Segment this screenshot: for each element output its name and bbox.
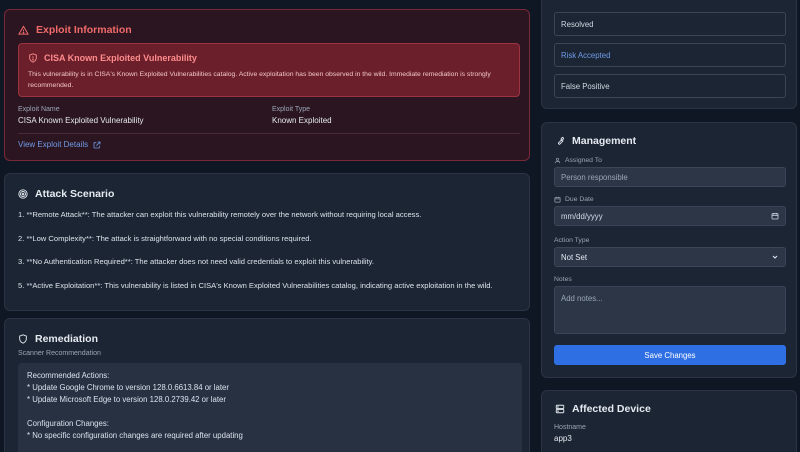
remediation-title-text: Remediation: [35, 333, 99, 345]
recommendation-line: Recommended Actions:: [27, 371, 110, 380]
recommendation-line: * No specific configuration changes are …: [27, 431, 243, 440]
recommendation-line: Configuration Changes:: [27, 419, 109, 428]
calendar-icon: [554, 196, 561, 203]
scanner-recommendation-label: Scanner Recommendation: [18, 350, 101, 357]
warning-triangle-icon: [18, 24, 29, 35]
wrench-icon: [558, 136, 565, 145]
notes-label: Notes: [554, 276, 572, 283]
due-date-label: Due Date: [554, 196, 594, 203]
cisa-alert: CISA Known Exploited Vulnerability This …: [18, 43, 520, 97]
due-date-text: Due Date: [565, 196, 594, 203]
chevron-down-icon: [772, 255, 778, 259]
due-date-input[interactable]: mm/dd/yyyy: [554, 206, 786, 226]
status-option-false-positive[interactable]: False Positive: [554, 74, 786, 98]
divider: [18, 133, 520, 134]
scenario-line: 1. **Remote Attack**: The attacker can e…: [18, 210, 422, 219]
assigned-to-input[interactable]: Person responsible: [554, 167, 786, 187]
management-card: Management Assigned To Person responsibl…: [541, 122, 797, 378]
affected-device-title-text: Affected Device: [572, 403, 651, 415]
attack-scenario-card: Attack Scenario 1. **Remote Attack**: Th…: [4, 173, 530, 311]
recommendation-line: * Update Microsoft Edge to version 128.0…: [27, 395, 226, 404]
scenario-line: 5. **Active Exploitation**: This vulnera…: [18, 281, 493, 290]
attack-title-text: Attack Scenario: [35, 188, 115, 200]
user-icon: [554, 157, 561, 164]
alert-title-text: CISA Known Exploited Vulnerability: [44, 53, 197, 63]
assigned-to-placeholder: Person responsible: [561, 172, 628, 182]
exploit-name-value: CISA Known Exploited Vulnerability: [18, 116, 144, 125]
exploit-title: Exploit Information: [18, 24, 132, 36]
status-card: Resolved Risk Accepted False Positive: [541, 0, 797, 109]
remediation-card: Remediation Scanner Recommendation Recom…: [4, 318, 530, 452]
management-title-text: Management: [572, 135, 637, 147]
shield-icon: [19, 334, 27, 344]
action-type-select[interactable]: Not Set: [554, 247, 786, 267]
status-option-resolved[interactable]: Resolved: [554, 12, 786, 36]
assigned-to-label: Assigned To: [554, 157, 602, 164]
save-changes-button[interactable]: Save Changes: [554, 345, 786, 365]
alert-message: This vulnerability is in CISA's Known Ex…: [28, 71, 491, 89]
recommendation-line: * Update Google Chrome to version 128.0.…: [27, 383, 229, 392]
action-type-label: Action Type: [554, 237, 590, 244]
hostname-value: app3: [554, 434, 572, 443]
exploit-name-label: Exploit Name: [18, 106, 60, 113]
shield-alert-icon: [29, 53, 37, 63]
exploit-type-label: Exploit Type: [272, 106, 311, 113]
status-option-risk-accepted[interactable]: Risk Accepted: [554, 43, 786, 67]
attack-title: Attack Scenario: [18, 188, 114, 200]
notes-placeholder: Add notes...: [561, 294, 603, 303]
alert-title: CISA Known Exploited Vulnerability: [28, 53, 197, 63]
recommendation-line: [27, 406, 513, 418]
target-icon: [18, 189, 28, 199]
exploit-title-text: Exploit Information: [36, 24, 132, 36]
due-date-value: mm/dd/yyyy: [561, 211, 603, 221]
exploit-type-value: Known Exploited: [272, 116, 332, 125]
scenario-line: 2. **Low Complexity**: The attack is str…: [18, 234, 312, 243]
recommendation-box: Recommended Actions: * Update Google Chr…: [18, 363, 522, 452]
management-title: Management: [555, 135, 636, 147]
assigned-to-text: Assigned To: [565, 157, 602, 164]
affected-device-title: Affected Device: [555, 403, 651, 415]
remediation-title: Remediation: [18, 333, 98, 345]
action-type-value: Not Set: [561, 252, 588, 262]
hostname-label: Hostname: [554, 424, 586, 431]
notes-textarea[interactable]: Add notes...: [554, 286, 786, 334]
external-link-icon: [93, 141, 101, 148]
affected-device-card: Affected Device Hostname app3: [541, 390, 797, 452]
calendar-picker-icon[interactable]: [771, 212, 779, 220]
scenario-line: 3. **No Authentication Required**: The a…: [18, 257, 374, 266]
view-exploit-details-text: View Exploit Details: [18, 140, 89, 149]
exploit-info-card: Exploit Information CISA Known Exploited…: [4, 9, 530, 161]
server-icon: [555, 404, 565, 414]
view-exploit-details-link[interactable]: View Exploit Details: [18, 140, 101, 149]
